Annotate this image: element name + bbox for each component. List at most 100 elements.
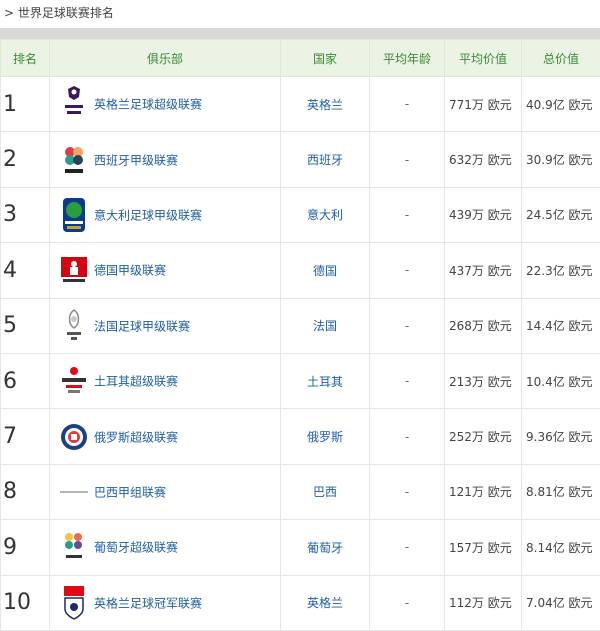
rank-cell: 5 (0, 297, 50, 354)
league-cell: 西班牙甲级联赛 (49, 131, 281, 188)
top-divider-bar (0, 28, 600, 39)
league-cell: 德国甲级联赛 (49, 242, 281, 299)
average-age-cell: - (369, 75, 445, 133)
league-link[interactable]: 土耳其超级联赛 (94, 375, 178, 389)
total-value-cell: 22.3亿 欧元 (521, 242, 600, 299)
country-link[interactable]: 法国 (313, 319, 337, 333)
header-country: 国家 (280, 39, 370, 77)
header-rank: 排名 (0, 39, 50, 77)
average-age-cell: - (369, 519, 445, 576)
average-age-cell: - (369, 352, 445, 410)
table-row: 8 巴西甲组联赛 巴西 -121万 欧元 8.81亿 欧元 (0, 463, 600, 521)
average-value-cell: 268万 欧元 (444, 297, 522, 354)
total-value-cell: 8.14亿 欧元 (521, 519, 600, 576)
table-header-row: 排名 俱乐部 国家 平均年龄 平均价值 总价值 (0, 39, 600, 77)
country-link[interactable]: 葡萄牙 (307, 541, 343, 555)
total-value-cell: 40.9亿 欧元 (521, 75, 600, 133)
league-link[interactable]: 巴西甲组联赛 (94, 485, 166, 499)
table-row: 1 英格兰足球超级联赛 英格兰 -771万 欧元 40.9亿 欧元 (0, 75, 600, 133)
table-row: 2 西班牙甲级联赛 西班牙 -632万 欧元 30.9亿 欧元 (0, 131, 600, 188)
average-age-cell: - (369, 242, 445, 299)
country-link[interactable]: 西班牙 (307, 153, 343, 167)
average-value-cell: 112万 欧元 (444, 574, 522, 631)
country-cell: 法国 (280, 297, 370, 354)
league-cell: 英格兰足球冠军联赛 (49, 574, 281, 631)
table-row: 10 英格兰足球冠军联赛 英格兰 -112万 欧元 7.04亿 欧元 (0, 574, 600, 631)
league-link[interactable]: 葡萄牙超级联赛 (94, 541, 178, 555)
league-link[interactable]: 法国足球甲级联赛 (94, 319, 190, 333)
rank-cell: 2 (0, 131, 50, 188)
rank-cell: 3 (0, 186, 50, 244)
serie-a-logo-icon[interactable] (60, 196, 88, 234)
average-value-cell: 121万 欧元 (444, 463, 522, 521)
country-link[interactable]: 巴西 (313, 485, 337, 499)
league-cell: 土耳其超级联赛 (49, 352, 281, 410)
total-value-cell: 7.04亿 欧元 (521, 574, 600, 631)
rank-cell: 10 (0, 574, 50, 631)
league-link[interactable]: 西班牙甲级联赛 (94, 153, 178, 167)
total-value-cell: 14.4亿 欧元 (521, 297, 600, 354)
table-row: 3 意大利足球甲级联赛 意大利 -439万 欧元 24.5亿 欧元 (0, 186, 600, 244)
average-value-cell: 632万 欧元 (444, 131, 522, 188)
rank-cell: 9 (0, 519, 50, 576)
league-link[interactable]: 德国甲级联赛 (94, 264, 166, 278)
rank-cell: 1 (0, 75, 50, 133)
average-age-cell: - (369, 297, 445, 354)
table-row: 4 德国甲级联赛 德国 -437万 欧元 22.3亿 欧元 (0, 242, 600, 299)
average-age-cell: - (369, 408, 445, 465)
country-cell: 葡萄牙 (280, 519, 370, 576)
bundesliga-logo-icon[interactable] (60, 251, 88, 289)
country-link[interactable]: 意大利 (307, 208, 343, 222)
total-value-cell: 24.5亿 欧元 (521, 186, 600, 244)
country-cell: 意大利 (280, 186, 370, 244)
ligue1-logo-icon[interactable] (60, 307, 88, 345)
average-value-cell: 157万 欧元 (444, 519, 522, 576)
breadcrumb: > 世界足球联赛排名 (4, 5, 114, 21)
header-age: 平均年龄 (369, 39, 445, 77)
country-cell: 巴西 (280, 463, 370, 521)
total-value-cell: 30.9亿 欧元 (521, 131, 600, 188)
league-cell: 法国足球甲级联赛 (49, 297, 281, 354)
average-value-cell: 439万 欧元 (444, 186, 522, 244)
breadcrumb-separator: > (4, 6, 15, 20)
average-value-cell: 771万 欧元 (444, 75, 522, 133)
efl-championship-logo-icon[interactable] (60, 584, 88, 622)
brasileirao-logo-icon[interactable] (60, 473, 88, 511)
league-cell: 巴西甲组联赛 (49, 463, 281, 521)
average-age-cell: - (369, 131, 445, 188)
header-total-value: 总价值 (521, 39, 600, 77)
country-link[interactable]: 俄罗斯 (307, 430, 343, 444)
league-link[interactable]: 俄罗斯超级联赛 (94, 430, 178, 444)
table-row: 9 葡萄牙超级联赛 葡萄牙 -157万 欧元 8.14亿 欧元 (0, 519, 600, 576)
rank-cell: 7 (0, 408, 50, 465)
laliga-logo-icon[interactable] (60, 141, 88, 179)
premier-league-logo-icon[interactable] (60, 85, 88, 123)
average-value-cell: 213万 欧元 (444, 352, 522, 410)
country-cell: 俄罗斯 (280, 408, 370, 465)
super-lig-logo-icon[interactable] (60, 362, 88, 400)
liga-nos-logo-icon[interactable] (60, 528, 88, 566)
league-cell: 葡萄牙超级联赛 (49, 519, 281, 576)
average-value-cell: 252万 欧元 (444, 408, 522, 465)
country-link[interactable]: 英格兰 (307, 596, 343, 610)
country-cell: 德国 (280, 242, 370, 299)
league-link[interactable]: 意大利足球甲级联赛 (94, 208, 202, 222)
header-club: 俱乐部 (49, 39, 281, 77)
country-link[interactable]: 土耳其 (307, 375, 343, 389)
russian-premier-league-logo-icon[interactable] (60, 418, 88, 456)
breadcrumb-title[interactable]: 世界足球联赛排名 (18, 6, 114, 20)
league-ranking-table: 排名 俱乐部 国家 平均年龄 平均价值 总价值 1 英格兰足球超级联赛 英格兰 -77… (0, 39, 600, 631)
average-age-cell: - (369, 186, 445, 244)
country-cell: 英格兰 (280, 75, 370, 133)
league-link[interactable]: 英格兰足球超级联赛 (94, 98, 202, 112)
country-link[interactable]: 英格兰 (307, 98, 343, 112)
league-link[interactable]: 英格兰足球冠军联赛 (94, 596, 202, 610)
league-cell: 俄罗斯超级联赛 (49, 408, 281, 465)
rank-cell: 8 (0, 463, 50, 521)
country-cell: 英格兰 (280, 574, 370, 631)
table-row: 6 土耳其超级联赛 土耳其 -213万 欧元 10.4亿 欧元 (0, 352, 600, 410)
rank-cell: 4 (0, 242, 50, 299)
rank-cell: 6 (0, 352, 50, 410)
table-row: 7 俄罗斯超级联赛 俄罗斯 -252万 欧元 9.36亿 欧元 (0, 408, 600, 465)
country-link[interactable]: 德国 (313, 264, 337, 278)
